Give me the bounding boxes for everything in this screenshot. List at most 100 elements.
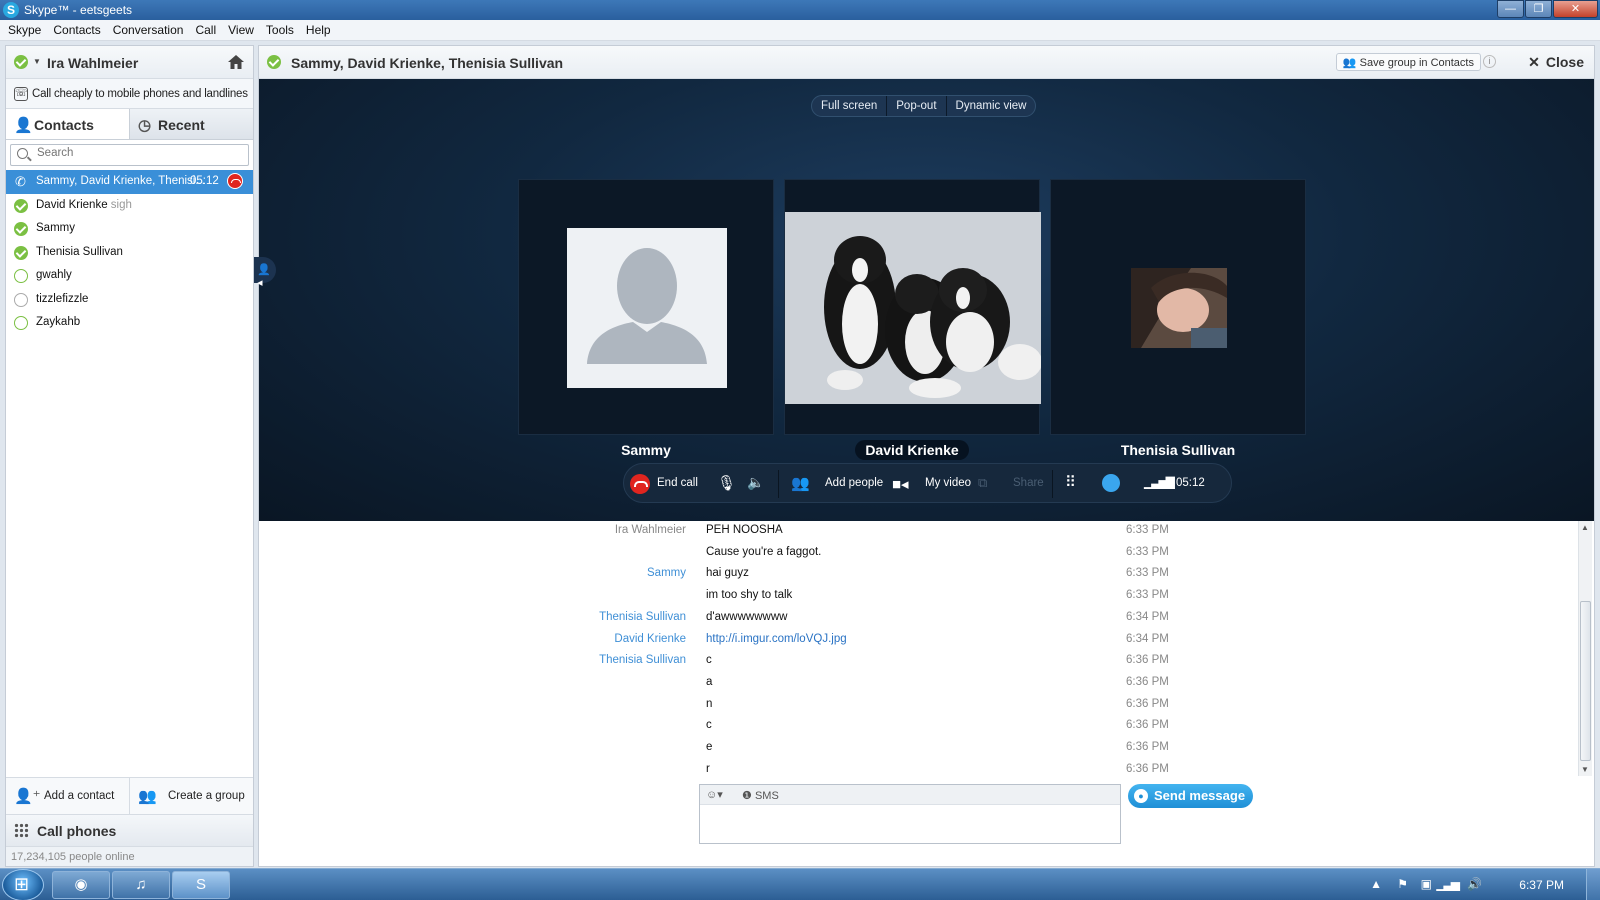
call-phones-promo[interactable]: ☏ Call cheaply to mobile phones and land… [6, 79, 253, 109]
participant-tile[interactable] [1050, 179, 1306, 435]
divider [1052, 470, 1053, 498]
tab-recent[interactable]: ◷ Recent [130, 109, 253, 139]
online-status-icon[interactable] [14, 55, 28, 69]
call-phones-button[interactable]: Call phones [6, 814, 253, 846]
menu-conversation[interactable]: Conversation [107, 20, 190, 40]
clock-icon: ◷ [138, 117, 152, 134]
menu-view[interactable]: View [222, 20, 260, 40]
taskbar-clock[interactable]: 6:37 PM [1519, 878, 1564, 892]
create-group-button[interactable]: 👥 Create a group [129, 778, 253, 814]
menu-help[interactable]: Help [300, 20, 337, 40]
close-window-button[interactable]: ✕ [1553, 0, 1598, 18]
message-sender[interactable]: Ira Wahlmeier [615, 524, 686, 536]
divider [778, 470, 779, 498]
add-people-button[interactable]: 👥 Add people [788, 464, 884, 504]
my-name[interactable]: Ira Wahlmeier [47, 55, 138, 71]
active-call-duration: 05:12 [190, 175, 219, 187]
message-time: 6:33 PM [1126, 545, 1169, 558]
taskbar-skype[interactable]: S [172, 871, 230, 899]
dialpad-button[interactable]: ⠿ [1062, 464, 1086, 504]
window-title-bar: S Skype™ - eetsgeets — ❐ ✕ [0, 0, 1600, 20]
chat-message: David Krienke http://i.imgur.com/loVQJ.j… [259, 630, 1576, 652]
message-text: PEH NOOSHA [706, 524, 783, 536]
chat-bubble-icon [1102, 474, 1120, 492]
chat-message: e 6:36 PM [259, 738, 1576, 760]
dynamic-view-button[interactable]: Dynamic view [945, 96, 1036, 116]
action-center-flag-icon[interactable]: ⚑ [1397, 877, 1408, 891]
save-group-button[interactable]: 👥 Save group in Contacts [1335, 53, 1481, 71]
contact-item[interactable]: Sammy [6, 217, 253, 241]
close-conversation-button[interactable]: ✕ Close [1528, 54, 1584, 71]
speaker-button[interactable]: 🔈 [744, 464, 768, 504]
mute-button[interactable]: 🎙 [714, 464, 738, 504]
my-video-button[interactable]: ■◂ My video [890, 464, 972, 504]
show-desktop-button[interactable] [1586, 869, 1600, 900]
message-time: 6:33 PM [1126, 524, 1169, 536]
network-signal-icon[interactable]: ▁▃▅ [1436, 877, 1460, 891]
contact-item[interactable]: Thenisia Sullivan [6, 241, 253, 265]
message-input[interactable] [706, 809, 1106, 839]
add-people-label: Add people [825, 477, 884, 489]
status-dropdown-icon[interactable]: ▼ [33, 57, 41, 66]
scroll-up-icon[interactable]: ▲ [1581, 523, 1589, 532]
info-button[interactable]: i [1483, 55, 1496, 68]
create-group-label: Create a group [168, 790, 245, 802]
windows-taskbar: ◉ ♫ S ▲ ⚑ ▣ ▁▃▅ 🔊 6:37 PM [0, 868, 1600, 900]
call-stage: Full screen Pop-out Dynamic view Sammy D… [259, 79, 1594, 521]
contact-item[interactable]: gwahly [6, 264, 253, 288]
menu-contacts[interactable]: Contacts [47, 20, 106, 40]
chat-button[interactable] [1100, 464, 1124, 504]
contact-name: David Krienke [36, 198, 108, 211]
contact-item[interactable]: David Krienke sigh [6, 194, 253, 218]
call-quality-button[interactable]: ▁▃▅▇ [1142, 464, 1175, 504]
sms-toggle[interactable]: ❶ SMS [742, 789, 779, 802]
save-group-label: Save group in Contacts [1359, 57, 1474, 69]
pop-out-button[interactable]: Pop-out [886, 96, 945, 116]
menu-skype[interactable]: Skype [2, 20, 47, 40]
scrollbar-thumb[interactable] [1580, 601, 1591, 761]
emoticon-icon[interactable]: ☺▾ [706, 788, 723, 801]
volume-icon[interactable]: 🔊 [1467, 877, 1482, 891]
message-time: 6:33 PM [1126, 567, 1169, 580]
contact-item[interactable]: tizzlefizzle [6, 288, 253, 312]
end-call-label: End call [657, 477, 698, 489]
skype-icon: S [195, 876, 206, 893]
home-icon[interactable] [227, 53, 245, 71]
full-screen-button[interactable]: Full screen [812, 96, 886, 116]
scroll-down-icon[interactable]: ▼ [1581, 765, 1589, 774]
message-link[interactable]: http://i.imgur.com/loVQJ.jpg [706, 633, 847, 645]
share-button[interactable]: ⧉ Share [978, 464, 1046, 504]
participant-tile[interactable] [518, 179, 774, 435]
chat-scrollbar[interactable]: ▲ ▼ [1578, 521, 1592, 776]
call-controls-bar: End call 🎙 🔈 👥 Add people ■◂ My video ⧉ … [623, 463, 1232, 503]
send-message-button[interactable]: ● Send message [1128, 784, 1253, 808]
end-call-button[interactable]: End call [624, 464, 704, 504]
message-sender[interactable]: Thenisia Sullivan [599, 654, 686, 666]
tab-contacts[interactable]: 👤 Contacts [6, 109, 130, 139]
menu-call[interactable]: Call [189, 20, 222, 40]
add-contact-label: Add a contact [44, 790, 115, 802]
view-mode-switcher: Full screen Pop-out Dynamic view [811, 95, 1037, 117]
taskbar-itunes[interactable]: ♫ [112, 871, 170, 899]
taskbar-chrome[interactable]: ◉ [52, 871, 110, 899]
hang-up-icon[interactable] [227, 173, 243, 189]
show-hidden-icons[interactable]: ▲ [1370, 877, 1382, 891]
add-contact-button[interactable]: 👤⁺ Add a contact [6, 778, 129, 814]
contact-item[interactable]: Zaykahb [6, 311, 253, 335]
message-sender[interactable]: David Krienke [614, 633, 686, 645]
tab-recent-label: Recent [158, 117, 205, 133]
power-icon[interactable]: ▣ [1421, 877, 1432, 891]
chat-message: r 6:36 PM [259, 760, 1576, 779]
my-profile-bar[interactable]: ▼ Ira Wahlmeier [6, 46, 253, 79]
message-time: 6:33 PM [1126, 589, 1169, 602]
active-call-item[interactable]: ✆ Sammy, David Krienke, Thenisi... 05:12 [6, 170, 253, 194]
menu-tools[interactable]: Tools [260, 20, 300, 40]
participant-tile[interactable] [784, 179, 1041, 435]
message-time: 6:36 PM [1126, 741, 1169, 753]
maximize-button[interactable]: ❐ [1525, 0, 1552, 18]
message-sender[interactable]: Sammy [647, 567, 686, 579]
minimize-button[interactable]: — [1497, 0, 1524, 18]
start-button[interactable] [2, 869, 44, 900]
search-input[interactable] [37, 147, 237, 159]
message-sender[interactable]: Thenisia Sullivan [599, 611, 686, 623]
